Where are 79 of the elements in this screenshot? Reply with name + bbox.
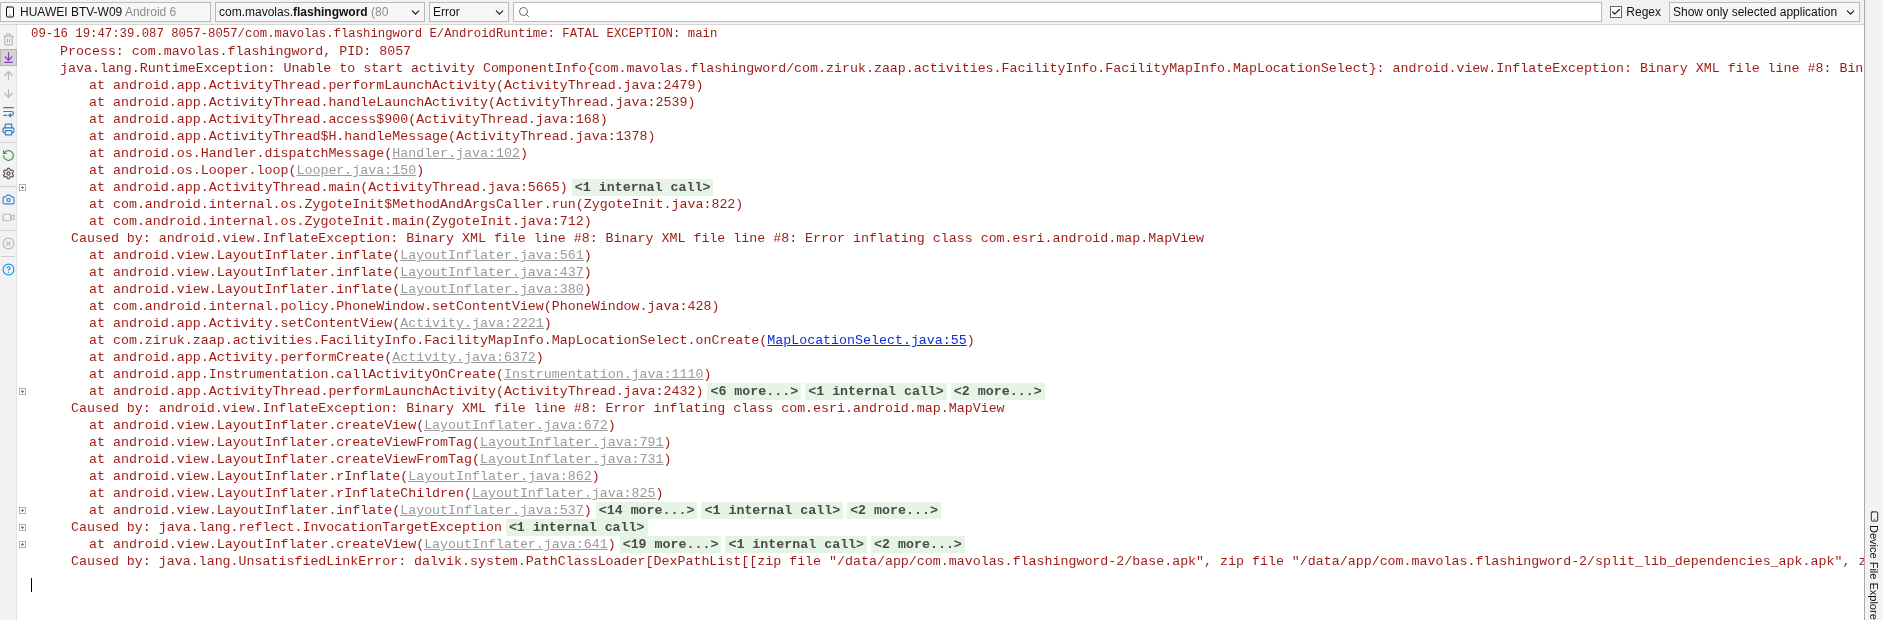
device-dropdown[interactable]: HUAWEI BTV-W09 Android 6 [0,2,211,22]
log-line: at android.os.Looper.loop(Looper.java:150) [89,162,425,179]
filter-dropdown[interactable]: Show only selected application [1669,2,1860,22]
folded-frames-badge[interactable]: <19 more...> [619,536,722,553]
log-line: Caused by: android.view.InflateException: Binary XML file line #8: Binary XML file line #8: Error inflating class com.esri.android.map.MapView [71,230,1205,247]
log-line: at android.app.ActivityThread.handleLaunchActivity(ActivityThread.java:2539) [89,94,696,111]
settings-button[interactable] [0,166,16,181]
regex-label: Regex [1626,5,1661,19]
settings-icon [1,167,15,180]
log-line: at android.app.Activity.setContentView(Activity.java:2221) [89,315,552,332]
camera-icon [1,193,15,206]
log-line: at android.view.LayoutInflater.createView(LayoutInflater.java:672) [89,417,616,434]
search-icon [518,6,530,18]
log-line: at android.view.LayoutInflater.inflate(LayoutInflater.java:380) [89,281,592,298]
folded-frames-badge[interactable]: <1 internal call> [505,519,648,536]
log-line: at android.view.LayoutInflater.rInflate(LayoutInflater.java:862) [89,468,600,485]
expand-icon[interactable] [18,507,26,514]
search-field[interactable] [513,2,1603,22]
soft-wrap-button[interactable] [0,104,16,119]
up-arrow-icon [1,69,15,82]
log-line: at android.app.ActivityThread$H.handleMessage(ActivityThread.java:1378) [89,128,656,145]
log-line: at android.view.LayoutInflater.createView(LayoutInflater.java:641) [89,536,616,553]
restart-button[interactable] [0,148,16,163]
folded-frames-badge[interactable]: <2 more...> [950,383,1045,400]
folded-frames-badge[interactable]: <1 internal call> [571,179,714,196]
side-panel-tab[interactable]: Device File Explore [1867,511,1881,620]
scroll-to-end-button[interactable] [0,50,16,65]
log-level-dropdown[interactable]: Error [429,2,509,22]
expand-icon[interactable] [18,184,26,191]
expand-icon[interactable] [18,388,26,395]
log-line: at android.app.Instrumentation.callActivityOnCreate(Instrumentation.java:1110) [89,366,712,383]
help-icon [1,263,15,276]
expand-icon[interactable] [18,524,26,531]
log-line: at android.view.LayoutInflater.inflate(LayoutInflater.java:437) [89,264,592,281]
printer-button[interactable] [0,122,16,137]
restart-icon [1,149,15,162]
trash-icon [1,33,15,46]
log-line: java.lang.RuntimeException: Unable to start activity ComponentInfo{com.mavolas.flashingword/com.ziruk.zaap.activities.FacilityInfo.FacilityMapInfo.MapLocationSelect}: android.view.InflateException: Binary XML file line #8: Bin [60,60,1864,77]
text-cursor [31,578,32,592]
folded-frames-badge[interactable]: <2 more...> [847,502,941,519]
log-line: at android.view.LayoutInflater.createViewFromTag(LayoutInflater.java:731) [89,451,672,468]
log-line: at android.app.ActivityThread.main(ActivityThread.java:5665) [89,179,568,196]
folded-frames-badge[interactable]: <1 internal call> [725,536,868,553]
log-line: at android.app.ActivityThread.access$900(ActivityThread.java:168) [89,111,608,128]
close-icon [1,237,15,250]
log-line: at com.android.internal.os.ZygoteInit.main(ZygoteInit.java:712) [89,213,592,230]
log-line: at android.view.LayoutInflater.inflate(LayoutInflater.java:561) [89,247,592,264]
log-line: at com.android.internal.os.ZygoteInit$MethodAndArgsCaller.run(ZygoteInit.java:822) [89,196,744,213]
log-line: Caused by: android.view.InflateException: Binary XML file line #8: Error inflating class com.esri.android.map.MapView [71,400,1005,417]
log-line: Caused by: java.lang.reflect.InvocationTargetException [71,519,502,536]
help-button[interactable] [0,262,16,277]
log-line: at android.view.LayoutInflater.createViewFromTag(LayoutInflater.java:791) [89,434,672,451]
source-link[interactable]: MapLocationSelect.java:55 [767,333,967,348]
log-line: at android.app.ActivityThread.performLaunchActivity(ActivityThread.java:2479) [89,77,704,94]
log-line: at android.app.ActivityThread.performLaunchActivity(ActivityThread.java:2432) [89,383,704,400]
process-dropdown[interactable]: com.mavolas.flashingword (80 [215,2,425,22]
phone-icon [1868,511,1880,523]
log-line: at com.ziruk.zaap.activities.FacilityInfo.FacilityMapInfo.MapLocationSelect.onCreate(MapLocationSelect.java:55) [89,332,975,349]
log-line: at com.android.internal.policy.PhoneWindow.setContentView(PhoneWindow.java:428) [89,298,720,315]
folded-frames-badge[interactable]: <2 more...> [871,536,965,553]
regex-checkbox[interactable] [1610,6,1623,18]
log-line: 09-16 19:47:39.087 8057-8057/com.mavolas.flashingword E/AndroidRuntime: FATAL EXCEPTION: main [31,26,718,43]
log-line: at android.os.Handler.dispatchMessage(Handler.java:102) [89,145,528,162]
folded-frames-badge[interactable]: <1 internal call> [805,383,947,400]
video-icon [1,211,15,224]
log-line: Process: com.mavolas.flashingword, PID: 8057 [60,43,412,60]
log-line: at android.app.Activity.performCreate(Activity.java:6372) [89,349,544,366]
phone-icon [4,6,16,18]
scroll-to-end-icon [1,51,15,64]
expand-icon[interactable] [18,541,26,548]
down-arrow-icon [1,87,15,100]
folded-frames-badge[interactable]: <1 internal call> [701,502,844,519]
printer-icon [1,123,15,136]
camera-button[interactable] [0,192,16,207]
folded-frames-badge[interactable]: <14 more...> [595,502,698,519]
log-line: at android.view.LayoutInflater.inflate(LayoutInflater.java:537) [89,502,592,519]
soft-wrap-icon [1,105,15,118]
log-line: at android.view.LayoutInflater.rInflateChildren(LayoutInflater.java:825) [89,485,664,502]
folded-frames-badge[interactable]: <6 more...> [707,383,802,400]
